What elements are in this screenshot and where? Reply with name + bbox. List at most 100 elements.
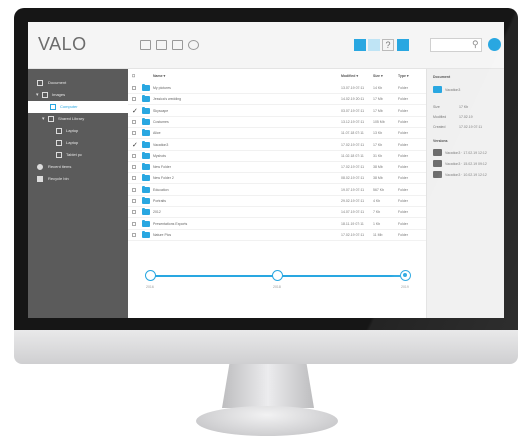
column-header-size[interactable]: Size ▾ — [373, 74, 383, 78]
sidebar-item-document[interactable]: Document — [28, 77, 128, 89]
file-modified: 13.07.19 07:11 — [341, 86, 365, 90]
column-header-name[interactable]: Name ▾ — [153, 74, 165, 78]
share-icon[interactable] — [188, 40, 199, 50]
table-row[interactable]: Alice 11.07.18 07:11 13 Kb Folder — [128, 128, 426, 140]
row-checkbox[interactable] — [132, 119, 136, 124]
column-header-type[interactable]: Type ▾ — [398, 74, 409, 78]
row-checkbox[interactable]: ✓ — [132, 108, 138, 115]
row-checkbox[interactable] — [132, 187, 136, 192]
table-row[interactable]: Myshots 11.02.18 07:11 31 Kb Folder — [128, 151, 426, 162]
sidebar-item-shared-library[interactable]: ▾ Shared Library — [28, 113, 128, 125]
file-type: Folder — [398, 221, 408, 226]
new-folder-icon[interactable] — [140, 40, 151, 50]
version-item[interactable]: Vacation3 · 10.02.19 12:12 — [445, 173, 487, 177]
folder-icon — [142, 163, 150, 171]
folder-icon — [142, 208, 150, 216]
download-icon[interactable] — [156, 40, 167, 50]
file-type: Folder — [398, 86, 408, 90]
file-type: Folder — [398, 119, 408, 124]
table-row[interactable]: 2012 14.07.19 07:11 7 Kb Folder — [128, 207, 426, 219]
table-row[interactable]: My pictures 13.07.19 07:11 14 Kb Folder — [128, 83, 426, 94]
file-name: Alice — [153, 131, 161, 136]
file-name: Portraits — [153, 199, 167, 203]
row-checkbox[interactable] — [132, 232, 136, 237]
search-icon[interactable]: ⚲ — [472, 39, 479, 50]
table-row[interactable]: Jessica's wedding 14.02.19 20:11 17 Mb Fold… — [128, 94, 426, 106]
folder-icon — [142, 174, 150, 182]
top-toolbar: VALO ? ⚲ — [28, 22, 504, 69]
file-name: Myshots — [153, 153, 167, 158]
details-selected-name: Vacation3 — [445, 88, 461, 92]
row-checkbox[interactable]: ✓ — [132, 142, 138, 149]
table-row[interactable]: Nature Pics 17.02.19 07:11 11 Mb Folder — [128, 230, 426, 241]
folder-icon — [142, 185, 150, 193]
row-checkbox[interactable] — [132, 210, 136, 215]
timeline-node-active[interactable] — [400, 270, 411, 281]
file-modified: 19.07.19 07:11 — [341, 187, 365, 192]
table-row[interactable]: Costumes 13.12.19 07:11 105 Mb Folder — [128, 117, 426, 128]
table-row[interactable]: New Folder 2 08.02.19 07:11 38 Mb Folder — [128, 173, 426, 185]
tablet-icon — [56, 152, 62, 158]
row-checkbox[interactable] — [132, 165, 136, 170]
sidebar-item-images[interactable]: ▾ Images — [28, 89, 128, 101]
file-size: 31 Kb — [373, 153, 383, 158]
info-icon[interactable] — [397, 39, 409, 51]
file-type: Folder — [398, 210, 408, 215]
sidebar-item-recycle-bin[interactable]: Recycle bin — [28, 173, 128, 185]
folder-icon — [142, 219, 150, 227]
file-name: Costumes — [153, 119, 169, 124]
row-checkbox[interactable] — [132, 86, 136, 90]
table-row[interactable]: ✓ Skyscape 03.07.19 07:11 17 Mb Folder — [128, 106, 426, 117]
details-prop-key: Modified — [433, 115, 447, 119]
timeline-node[interactable] — [145, 270, 156, 281]
image-icon — [42, 92, 48, 98]
file-size: 1 Kb — [373, 221, 381, 226]
row-checkbox[interactable] — [132, 199, 136, 203]
file-modified: 17.02.19 07:11 — [341, 165, 365, 170]
row-checkbox[interactable] — [132, 221, 136, 226]
file-type: Folder — [398, 97, 408, 102]
details-prop-value: 17 Kb — [459, 105, 469, 109]
details-prop-value: 17.02.19 07:11 — [459, 125, 483, 129]
hard-drive-icon — [37, 80, 43, 86]
table-row[interactable]: Portraits 29.02.19 07:11 4 Kb Folder — [128, 196, 426, 207]
column-header-modified[interactable]: Modified ▾ — [341, 74, 358, 78]
sidebar-item-laptop-2[interactable]: Laptop — [28, 137, 128, 149]
file-size: 17 Kb — [373, 142, 383, 147]
table-row[interactable]: New Folder 17.02.19 07:11 38 Mb Folder — [128, 162, 426, 174]
row-checkbox[interactable] — [132, 131, 136, 136]
version-item[interactable]: Vacation3 · 17.02.19 12:12 — [445, 151, 487, 155]
timeline-node[interactable] — [272, 270, 283, 281]
sidebar-item-computer[interactable]: Computer — [28, 101, 128, 113]
file-type: Folder — [398, 142, 408, 147]
select-all-checkbox[interactable]: ☐ — [132, 74, 135, 78]
file-size: 14 Kb — [373, 86, 383, 90]
sidebar-item-recent-items[interactable]: Recent items — [28, 161, 128, 173]
user-avatar-icon[interactable] — [488, 38, 501, 51]
help-icon[interactable]: ? — [382, 39, 394, 51]
folder-icon — [433, 171, 442, 178]
timeline-label: 2016 — [146, 285, 154, 289]
table-row[interactable]: Presentations Exports 18.11.19 07:11 1 Kb F… — [128, 219, 426, 230]
file-name: My pictures — [153, 86, 171, 90]
list-view-icon[interactable] — [354, 39, 366, 51]
folder-icon — [142, 129, 150, 137]
sidebar-item-tablet-pc[interactable]: Tablet pc — [28, 149, 128, 161]
row-checkbox[interactable] — [132, 153, 136, 158]
file-name: Vacation3 — [153, 142, 169, 147]
trash-icon[interactable] — [172, 40, 183, 50]
file-modified: 11.02.18 07:11 — [341, 153, 364, 158]
folder-icon — [142, 140, 150, 148]
version-item[interactable]: Vacation3 · 15.02.19 09:12 — [445, 162, 487, 166]
grid-view-icon[interactable] — [368, 39, 380, 51]
sidebar-item-laptop[interactable]: Laptop — [28, 125, 128, 137]
row-checkbox[interactable] — [132, 176, 136, 181]
folder-icon — [142, 230, 150, 238]
file-modified: 13.12.19 07:11 — [341, 119, 365, 124]
chevron-down-icon: ▾ — [42, 116, 45, 122]
file-name: Jessica's wedding — [153, 97, 182, 102]
version-timeline: 2016 2018 2019 — [128, 242, 426, 318]
table-row[interactable]: ✓ Vacation3 17.02.19 07:11 17 Kb Folder — [128, 140, 426, 151]
table-row[interactable]: Education 19.07.19 07:11 567 Kb Folder — [128, 185, 426, 196]
row-checkbox[interactable] — [132, 97, 136, 102]
